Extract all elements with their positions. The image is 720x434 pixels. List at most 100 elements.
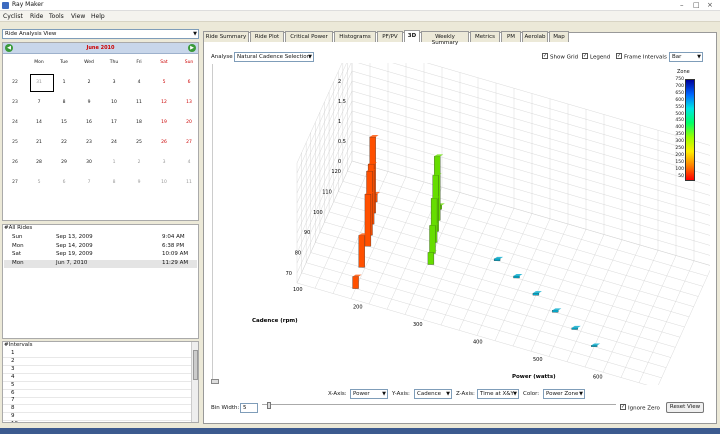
calendar-day[interactable]: 29 [52, 160, 76, 165]
tab-weekly-summary[interactable]: Weekly Summary [421, 31, 469, 46]
calendar-day[interactable]: 11 [177, 180, 201, 185]
calendar-day[interactable]: 26 [152, 140, 176, 145]
menu-cyclist[interactable]: Cyclist [3, 13, 23, 20]
interval-row[interactable]: 7 [3, 397, 191, 406]
y-tick-label: 70 [286, 271, 292, 277]
color-select[interactable]: Power Zone ▼ [543, 389, 585, 399]
y-axis-select[interactable]: Cadence ▼ [414, 389, 452, 399]
bin-width-input[interactable]: 5 [240, 403, 258, 413]
z-axis-select[interactable]: Time at X&Y ▼ [477, 389, 519, 399]
interval-row[interactable]: 9 [3, 413, 191, 422]
calendar-day[interactable]: 15 [52, 120, 76, 125]
bar-top-s0-p6 [352, 274, 362, 277]
3d-chart[interactable]: 00.511.522.53708090100110120100200300400… [222, 63, 710, 385]
calendar-day[interactable]: 18 [127, 120, 151, 125]
bin-width-slider[interactable] [262, 402, 616, 410]
calendar-day[interactable]: 20 [177, 120, 201, 125]
calendar-day[interactable]: 9 [77, 100, 101, 105]
legend-checkbox[interactable]: ✓ Legend [582, 53, 610, 61]
tab-metrics[interactable]: Metrics [470, 31, 500, 42]
calendar-day[interactable]: 2 [127, 160, 151, 165]
interval-row[interactable]: 8 [3, 405, 191, 414]
next-month-icon[interactable]: ▶ [188, 44, 196, 52]
tab-map[interactable]: Map [549, 31, 569, 42]
calendar-day[interactable]: 24 [102, 140, 126, 145]
show-grid-checkbox[interactable]: ✓ Show Grid [542, 53, 578, 61]
ride-row[interactable]: Sun Sep 13, 2009 9:04 AM [4, 234, 197, 242]
calendar-day[interactable]: 5 [152, 80, 176, 85]
calendar-day[interactable]: 28 [27, 160, 51, 165]
calendar-day[interactable]: 12 [152, 100, 176, 105]
intervals-scrollbar[interactable] [191, 342, 198, 422]
calendar-day[interactable]: 2 [77, 80, 101, 85]
menu-ride[interactable]: Ride [30, 13, 43, 20]
legend-value: 100 [675, 166, 684, 172]
calendar-day[interactable]: 21 [27, 140, 51, 145]
bar-s0-p4 [364, 194, 372, 247]
calendar-day[interactable]: 1 [52, 80, 76, 85]
tab-3d[interactable]: 3D [404, 30, 420, 42]
tab-histograms[interactable]: Histograms [334, 31, 376, 42]
minimize-icon[interactable]: – [680, 1, 684, 9]
menu-view[interactable]: View [71, 13, 85, 20]
calendar-day[interactable]: 11 [127, 100, 151, 105]
interval-row[interactable]: 2 [3, 358, 191, 366]
reset-view-button[interactable]: Reset View [666, 402, 704, 413]
rotation-slider[interactable] [211, 64, 219, 384]
calendar-day[interactable]: 19 [152, 120, 176, 125]
intervals-header: #Intervals [4, 342, 33, 348]
tab-ride-summary[interactable]: Ride Summary [203, 31, 249, 42]
calendar-day[interactable]: 1 [102, 160, 126, 165]
calendar-day[interactable]: 7 [27, 100, 51, 105]
interval-row[interactable]: 1 [3, 350, 191, 358]
render-mode-select[interactable]: Bar ▼ [669, 52, 703, 62]
interval-row[interactable]: 6 [3, 390, 191, 398]
calendar-day[interactable]: 23 [77, 140, 101, 145]
tab-ride-plot[interactable]: Ride Plot [250, 31, 284, 42]
calendar-day[interactable]: 8 [52, 100, 76, 105]
calendar-day[interactable]: 10 [152, 180, 176, 185]
calendar-day[interactable]: 10 [102, 100, 126, 105]
calendar-day[interactable]: 9 [127, 180, 151, 185]
tab-critical-power[interactable]: Critical Power [285, 31, 333, 42]
calendar-day[interactable]: 3 [152, 160, 176, 165]
interval-row[interactable]: 4 [3, 374, 191, 382]
calendar-day[interactable]: 4 [177, 160, 201, 165]
x-tick-label: 400 [473, 340, 483, 346]
calendar-day[interactable]: 4 [127, 80, 151, 85]
calendar-day[interactable]: 5 [27, 180, 51, 185]
menu-tools[interactable]: Tools [49, 13, 64, 20]
calendar-day[interactable]: 6 [177, 80, 201, 85]
calendar-week-number: 22 [12, 80, 18, 85]
menu-help[interactable]: Help [91, 13, 105, 20]
x-axis-select[interactable]: Power ▼ [350, 389, 388, 399]
ride-row[interactable]: Sat Sep 19, 2009 10:09 AM [4, 251, 197, 259]
frame-intervals-checkbox[interactable]: ✓ Frame Intervals [616, 53, 667, 61]
calendar-day[interactable]: 13 [177, 100, 201, 105]
ride-row[interactable]: Mon Jun 7, 2010 11:29 AM [4, 259, 197, 268]
view-select[interactable]: Ride Analysis View ▼ [2, 29, 199, 39]
calendar-day[interactable]: 27 [177, 140, 201, 145]
calendar-day[interactable]: 25 [127, 140, 151, 145]
maximize-icon[interactable]: □ [693, 1, 700, 9]
ride-row[interactable]: Mon Sep 14, 2009 6:38 PM [4, 243, 197, 251]
calendar-day[interactable]: 30 [77, 160, 101, 165]
interval-row[interactable]: 3 [3, 366, 191, 374]
calendar-day[interactable]: 17 [102, 120, 126, 125]
legend-value: 300 [675, 139, 684, 145]
ignore-zero-checkbox[interactable]: ✓ Ignore Zero [620, 404, 660, 412]
close-icon[interactable]: × [707, 1, 713, 9]
calendar-day[interactable]: 6 [52, 180, 76, 185]
interval-row[interactable]: 5 [3, 382, 191, 390]
calendar-day[interactable]: 16 [77, 120, 101, 125]
tab-pm[interactable]: PM [501, 31, 521, 42]
tab-pf-pv[interactable]: PF/PV [377, 31, 403, 42]
interval-row[interactable]: 10 [3, 421, 191, 422]
calendar-day[interactable]: 8 [102, 180, 126, 185]
calendar-day[interactable]: 3 [102, 80, 126, 85]
calendar-day[interactable]: 22 [52, 140, 76, 145]
calendar-day[interactable]: 7 [77, 180, 101, 185]
tab-aerolab[interactable]: Aerolab [522, 31, 548, 42]
calendar-day[interactable]: 14 [27, 120, 51, 125]
analyse-select[interactable]: Natural Cadence Selection ▼ [234, 52, 314, 62]
